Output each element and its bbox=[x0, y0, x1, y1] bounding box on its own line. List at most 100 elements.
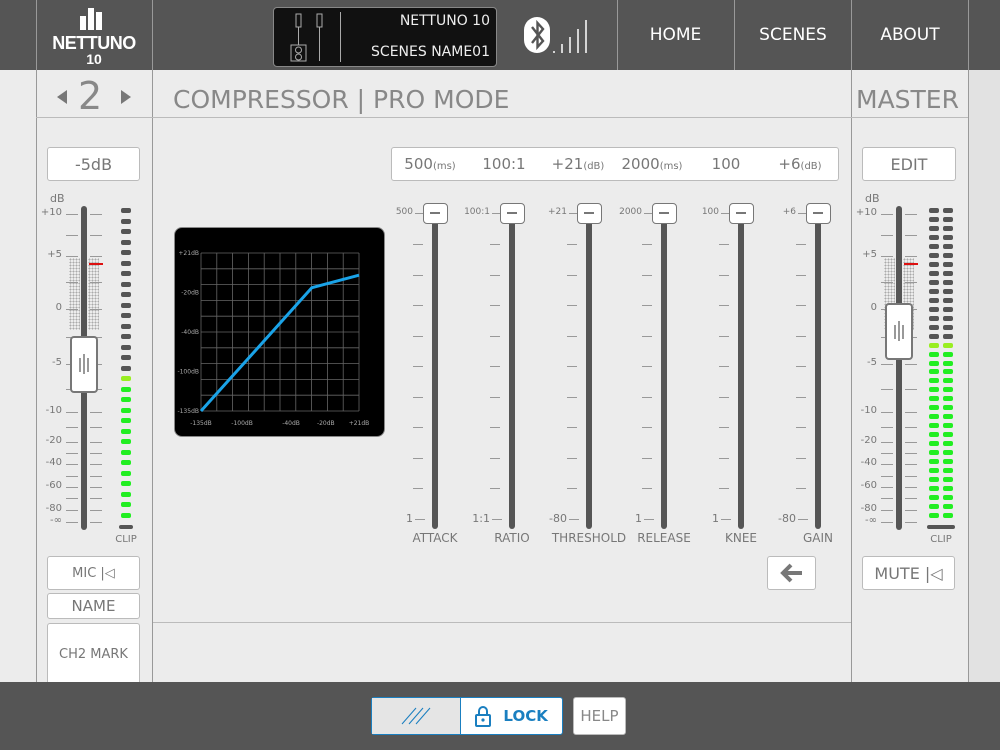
channel-name-button[interactable]: NAME bbox=[47, 593, 140, 619]
meter-led bbox=[943, 495, 953, 501]
meter-led bbox=[929, 369, 939, 375]
scale-tick bbox=[66, 487, 78, 488]
master-title: MASTER bbox=[856, 85, 959, 114]
meter-led bbox=[929, 342, 939, 348]
scale-tick bbox=[905, 464, 917, 465]
mixer-speaker-icon bbox=[290, 13, 323, 62]
meter-led bbox=[929, 306, 939, 312]
scale-label: -40 bbox=[45, 457, 62, 468]
scale-tick bbox=[881, 510, 893, 511]
meter-led bbox=[943, 252, 953, 258]
meter-led bbox=[943, 351, 953, 357]
slider-track-attack[interactable] bbox=[432, 213, 438, 529]
meter-led bbox=[929, 324, 939, 330]
slider-handle-ratio[interactable] bbox=[500, 203, 525, 224]
scale-tick bbox=[905, 510, 917, 511]
signal-bars-icon bbox=[553, 20, 587, 53]
meter-led bbox=[929, 423, 939, 429]
slider-name: RATIO bbox=[494, 531, 530, 545]
scale-tick bbox=[66, 282, 78, 283]
fader-handle[interactable] bbox=[885, 303, 913, 360]
meter-led bbox=[943, 387, 953, 393]
mic-mute-button[interactable]: MIC |◁ bbox=[47, 556, 140, 590]
meter-led bbox=[943, 477, 953, 483]
scale-label: -60 bbox=[860, 480, 877, 491]
slider-tick bbox=[642, 274, 652, 276]
slider-tick bbox=[567, 244, 577, 245]
meter-led bbox=[929, 315, 939, 321]
slider-tick bbox=[719, 457, 729, 459]
back-button[interactable] bbox=[767, 556, 816, 590]
lock-button[interactable]: LOCK bbox=[461, 698, 562, 734]
slider-handle-knee[interactable] bbox=[729, 203, 754, 224]
slider-handle-release[interactable] bbox=[652, 203, 677, 224]
scale-tick bbox=[90, 412, 102, 413]
slider-track-release[interactable] bbox=[661, 213, 667, 529]
slider-handle-gain[interactable] bbox=[806, 203, 831, 224]
scale-tick bbox=[905, 498, 917, 499]
slider-track-ratio[interactable] bbox=[509, 213, 515, 529]
scale-tick bbox=[66, 309, 78, 310]
slider-min-label: 1 bbox=[406, 512, 413, 525]
scale-tick bbox=[66, 412, 78, 413]
meter-led bbox=[943, 270, 953, 276]
meter-led bbox=[929, 279, 939, 285]
slide-to-lock-track[interactable] bbox=[372, 698, 461, 734]
slider-track-gain[interactable] bbox=[815, 213, 821, 529]
meter-led bbox=[121, 344, 131, 350]
scale-label: +5 bbox=[47, 249, 62, 260]
fader-track[interactable] bbox=[896, 206, 902, 530]
meter-led bbox=[943, 450, 953, 456]
x-tick-label: -20dB bbox=[317, 420, 335, 427]
meter-led bbox=[121, 271, 131, 277]
master-edit-button[interactable]: EDIT bbox=[862, 147, 956, 181]
peak-marker bbox=[904, 263, 918, 265]
x-tick-label: +21dB bbox=[349, 420, 370, 427]
fader-handle[interactable] bbox=[70, 336, 98, 393]
master-mute-button[interactable]: MUTE |◁ bbox=[862, 556, 955, 590]
meter-led bbox=[943, 441, 953, 447]
slider-tick bbox=[796, 274, 806, 276]
meter-led bbox=[121, 491, 131, 497]
device-display[interactable]: NETTUNO 10 SCENES NAME01 bbox=[273, 7, 497, 67]
slider-tick bbox=[642, 488, 652, 489]
meter-led bbox=[121, 323, 131, 329]
clip-label: CLIP bbox=[115, 534, 137, 545]
x-tick-label: -100dB bbox=[231, 420, 253, 427]
scale-tick bbox=[90, 498, 102, 499]
nav-about[interactable]: ABOUT bbox=[851, 0, 968, 70]
slider-max-label: +21 bbox=[548, 207, 567, 217]
channel-mark-button[interactable]: CH2 MARK bbox=[47, 623, 140, 685]
clip-indicator bbox=[119, 525, 133, 529]
slider-handle-threshold[interactable] bbox=[577, 203, 602, 224]
slider-tick bbox=[642, 335, 652, 337]
scale-tick bbox=[881, 364, 893, 365]
param-number: +6 bbox=[778, 155, 801, 173]
nav-scenes[interactable]: SCENES bbox=[734, 0, 851, 70]
slider-handle-attack[interactable] bbox=[423, 203, 448, 224]
nav-home[interactable]: HOME bbox=[617, 0, 734, 70]
param-value: 500(ms) bbox=[394, 155, 466, 173]
scale-label: -20 bbox=[45, 435, 62, 446]
meter-led bbox=[121, 428, 131, 434]
lock-control[interactable]: LOCK bbox=[371, 697, 563, 735]
prev-channel-icon[interactable] bbox=[56, 89, 68, 105]
slider-tick bbox=[413, 457, 423, 459]
lock-icon bbox=[475, 706, 492, 727]
slider-name: KNEE bbox=[724, 531, 757, 545]
scale-label: -10 bbox=[860, 405, 877, 416]
meter-led bbox=[929, 243, 939, 249]
next-channel-icon[interactable] bbox=[120, 89, 132, 105]
meter-led bbox=[929, 468, 939, 474]
slider-tick bbox=[490, 488, 500, 489]
meter-led bbox=[943, 369, 953, 375]
slider-tick bbox=[413, 427, 423, 428]
slider-track-knee[interactable] bbox=[738, 213, 744, 529]
scale-label: -80 bbox=[45, 503, 62, 514]
arrow-left-icon bbox=[779, 563, 802, 583]
channel-gain-button[interactable]: -5dB bbox=[47, 147, 140, 181]
meter-led bbox=[121, 407, 131, 413]
slider-tick bbox=[567, 274, 577, 276]
help-button[interactable]: HELP bbox=[573, 697, 626, 735]
slider-track-threshold[interactable] bbox=[586, 213, 592, 529]
